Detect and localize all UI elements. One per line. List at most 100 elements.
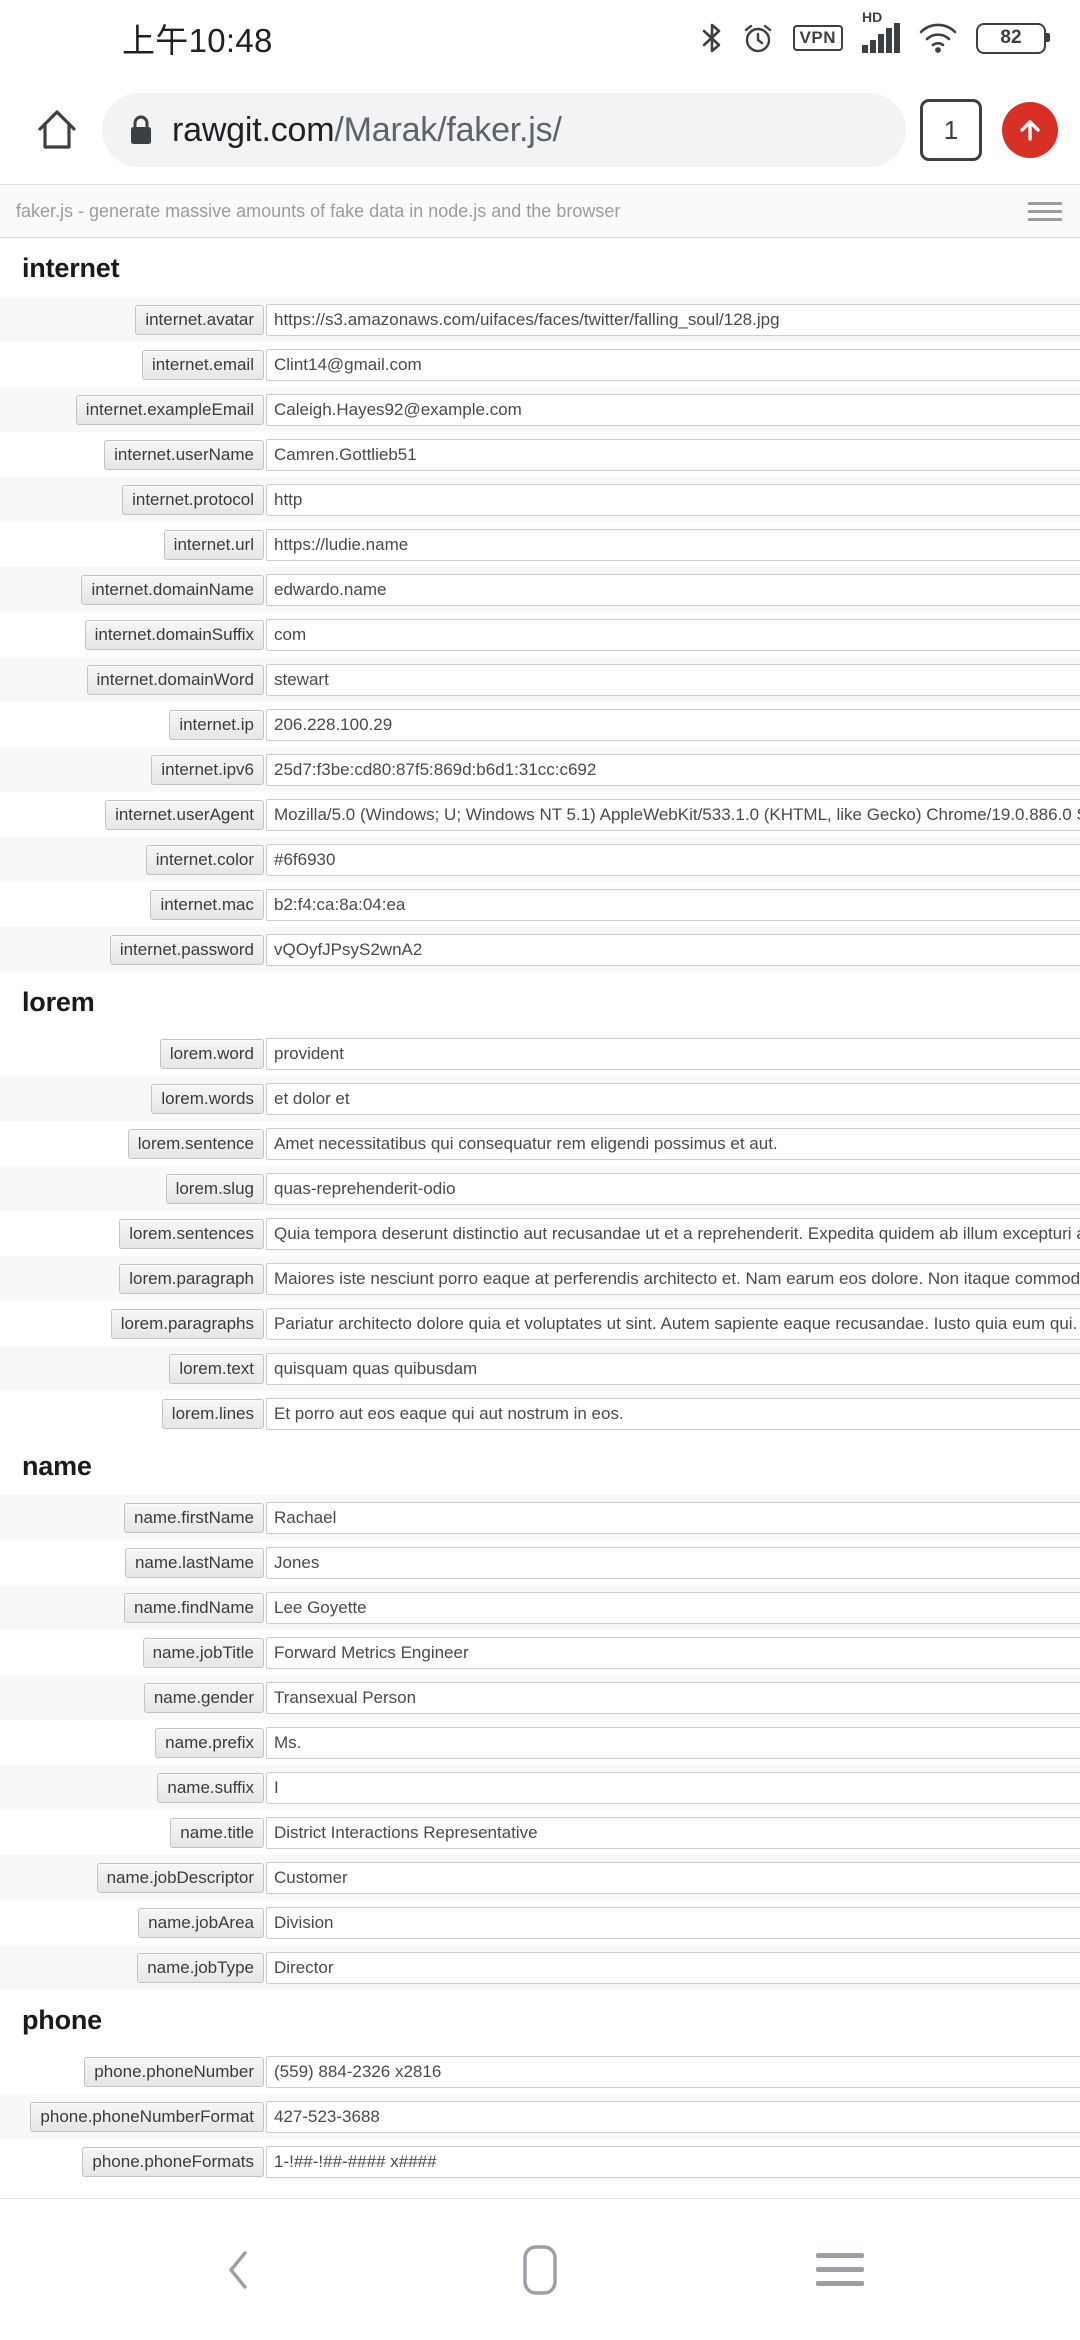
row-value-input[interactable]: Director (266, 1951, 1080, 1984)
row-label-button[interactable]: internet.ipv6 (151, 754, 264, 785)
row-label-button[interactable]: name.prefix (155, 1727, 264, 1758)
row-label-button[interactable]: lorem.slug (165, 1173, 264, 1204)
row-label-button[interactable]: name.suffix (157, 1772, 264, 1803)
row-value-input[interactable]: Customer (266, 1861, 1080, 1894)
row-value-input[interactable]: District Interactions Representative (266, 1816, 1080, 1849)
row-value-cell: District Interactions Representative (266, 1816, 1080, 1849)
recents-lines (816, 2253, 864, 2286)
row-label-button[interactable]: phone.phoneFormats (82, 2146, 264, 2177)
row-label-button[interactable]: internet.email (141, 349, 264, 380)
row-value-input[interactable]: Division (266, 1906, 1080, 1939)
back-chevron-icon[interactable] (195, 2225, 285, 2315)
table-row: internet.domainWord stewart (0, 657, 1080, 702)
row-label-button[interactable]: internet.domainWord (86, 664, 264, 695)
row-value-input[interactable]: #6f6930 (266, 843, 1080, 876)
row-value-input[interactable]: https://s3.amazonaws.com/uifaces/faces/t… (266, 303, 1080, 336)
row-value-input[interactable]: 25d7:f3be:cd80:87f5:869d:b6d1:31cc:c692 (266, 753, 1080, 786)
row-label-button[interactable]: lorem.sentences (119, 1218, 264, 1249)
row-value-input[interactable]: edwardo.name (266, 573, 1080, 606)
row-value-input[interactable]: Transexual Person (266, 1681, 1080, 1714)
row-value-input[interactable]: https://ludie.name (266, 528, 1080, 561)
table-row: lorem.slug quas-reprehenderit-odio (0, 1166, 1080, 1211)
row-value-input[interactable]: Forward Metrics Engineer (266, 1636, 1080, 1669)
row-value-input[interactable]: Jones (266, 1546, 1080, 1579)
home-square-icon[interactable] (495, 2225, 585, 2315)
row-value-input[interactable]: (559) 884-2326 x2816 (266, 2055, 1080, 2088)
row-label-button[interactable]: internet.avatar (135, 304, 264, 335)
row-value-input[interactable]: Camren.Gottlieb51 (266, 438, 1080, 471)
row-label-button[interactable]: internet.domainSuffix (84, 619, 264, 650)
row-value-input[interactable]: Ms. (266, 1726, 1080, 1759)
row-label-button[interactable]: name.title (170, 1817, 264, 1848)
row-value-input[interactable]: et dolor et (266, 1082, 1080, 1115)
row-label-button[interactable]: name.jobTitle (142, 1637, 264, 1668)
row-label-button[interactable]: internet.exampleEmail (75, 394, 264, 425)
table-row: name.gender Transexual Person (0, 1675, 1080, 1720)
row-label-button[interactable]: internet.url (163, 529, 264, 560)
row-value-input[interactable]: Clint14@gmail.com (266, 348, 1080, 381)
recents-hamburger-icon[interactable] (795, 2225, 885, 2315)
row-label-button[interactable]: internet.mac (150, 889, 264, 920)
row-value-input[interactable]: provident (266, 1037, 1080, 1070)
row-label-button[interactable]: lorem.lines (161, 1398, 264, 1429)
row-value-input[interactable]: Pariatur architecto dolore quia et volup… (266, 1307, 1080, 1340)
row-value-cell: Jones (266, 1546, 1080, 1579)
page-title: faker.js - generate massive amounts of f… (16, 200, 621, 221)
row-label-button[interactable]: name.findName (123, 1592, 264, 1623)
page-content[interactable]: internet internet.avatar https://s3.amazon… (0, 238, 1080, 2198)
table-row: name.jobDescriptor Customer (0, 1855, 1080, 1900)
row-value-cell: 427-523-3688 (266, 2100, 1080, 2133)
row-value-cell: et dolor et (266, 1082, 1080, 1115)
row-value-cell: 206.228.100.29 (266, 708, 1080, 741)
row-label-button[interactable]: name.jobType (137, 1952, 264, 1983)
row-value-input[interactable]: quas-reprehenderit-odio (266, 1172, 1080, 1205)
row-label-button[interactable]: name.jobArea (138, 1907, 264, 1938)
row-value-input[interactable]: vQOyfJPsyS2wnA2 (266, 933, 1080, 966)
row-label-button[interactable]: name.lastName (124, 1547, 264, 1578)
row-label-button[interactable]: internet.userName (104, 439, 264, 470)
row-label-button[interactable]: name.jobDescriptor (96, 1862, 264, 1893)
row-label-button[interactable]: lorem.word (159, 1038, 264, 1069)
row-label-button[interactable]: name.gender (143, 1682, 264, 1713)
row-label-button[interactable]: internet.color (145, 844, 264, 875)
row-value-input[interactable]: Amet necessitatibus qui consequatur rem … (266, 1127, 1080, 1160)
row-value-input[interactable]: Quia tempora deserunt distinctio aut rec… (266, 1217, 1080, 1250)
address-bar[interactable]: rawgit.com/Marak/faker.js/ (102, 93, 906, 167)
row-value-input[interactable]: Maiores iste nesciunt porro eaque at per… (266, 1262, 1080, 1295)
row-value-input[interactable]: 427-523-3688 (266, 2100, 1080, 2133)
row-label-button[interactable]: lorem.paragraphs (110, 1308, 264, 1339)
upload-arrow-icon[interactable] (1002, 102, 1058, 158)
row-value-input[interactable]: com (266, 618, 1080, 651)
row-label-button[interactable]: internet.ip (169, 709, 264, 740)
row-value-input[interactable]: Et porro aut eos eaque qui aut nostrum i… (266, 1397, 1080, 1430)
row-value-input[interactable]: Lee Goyette (266, 1591, 1080, 1624)
row-label-button[interactable]: lorem.text (169, 1353, 264, 1384)
row-label-button[interactable]: internet.userAgent (105, 799, 264, 830)
row-value-input[interactable]: 1-!##-!##-#### x#### (266, 2145, 1080, 2178)
row-label-cell: internet.exampleEmail (0, 394, 266, 425)
status-clock: 上午10:48 (122, 22, 273, 59)
row-value-input[interactable]: stewart (266, 663, 1080, 696)
section-heading: name (22, 1451, 92, 1481)
row-label-cell: name.firstName (0, 1502, 266, 1533)
row-value-input[interactable]: http (266, 483, 1080, 516)
row-value-input[interactable]: b2:f4:ca:8a:04:ea (266, 888, 1080, 921)
tab-switcher-button[interactable]: 1 (920, 99, 982, 161)
hamburger-icon[interactable] (1028, 201, 1066, 221)
row-value-input[interactable]: Mozilla/5.0 (Windows; U; Windows NT 5.1)… (266, 798, 1080, 831)
row-value-input[interactable]: I (266, 1771, 1080, 1804)
row-label-button[interactable]: internet.protocol (122, 484, 264, 515)
row-value-input[interactable]: quisquam quas quibusdam (266, 1352, 1080, 1385)
row-label-button[interactable]: lorem.words (151, 1083, 264, 1114)
row-label-button[interactable]: phone.phoneNumber (84, 2056, 264, 2087)
row-label-button[interactable]: lorem.sentence (127, 1128, 264, 1159)
row-label-button[interactable]: name.firstName (124, 1502, 264, 1533)
row-label-button[interactable]: lorem.paragraph (119, 1263, 264, 1294)
row-value-input[interactable]: Caleigh.Hayes92@example.com (266, 393, 1080, 426)
row-label-button[interactable]: internet.password (109, 934, 264, 965)
row-value-input[interactable]: Rachael (266, 1501, 1080, 1534)
row-label-button[interactable]: internet.domainName (81, 574, 264, 605)
row-label-button[interactable]: phone.phoneNumberFormat (30, 2101, 264, 2132)
home-icon[interactable] (18, 91, 96, 169)
row-value-input[interactable]: 206.228.100.29 (266, 708, 1080, 741)
